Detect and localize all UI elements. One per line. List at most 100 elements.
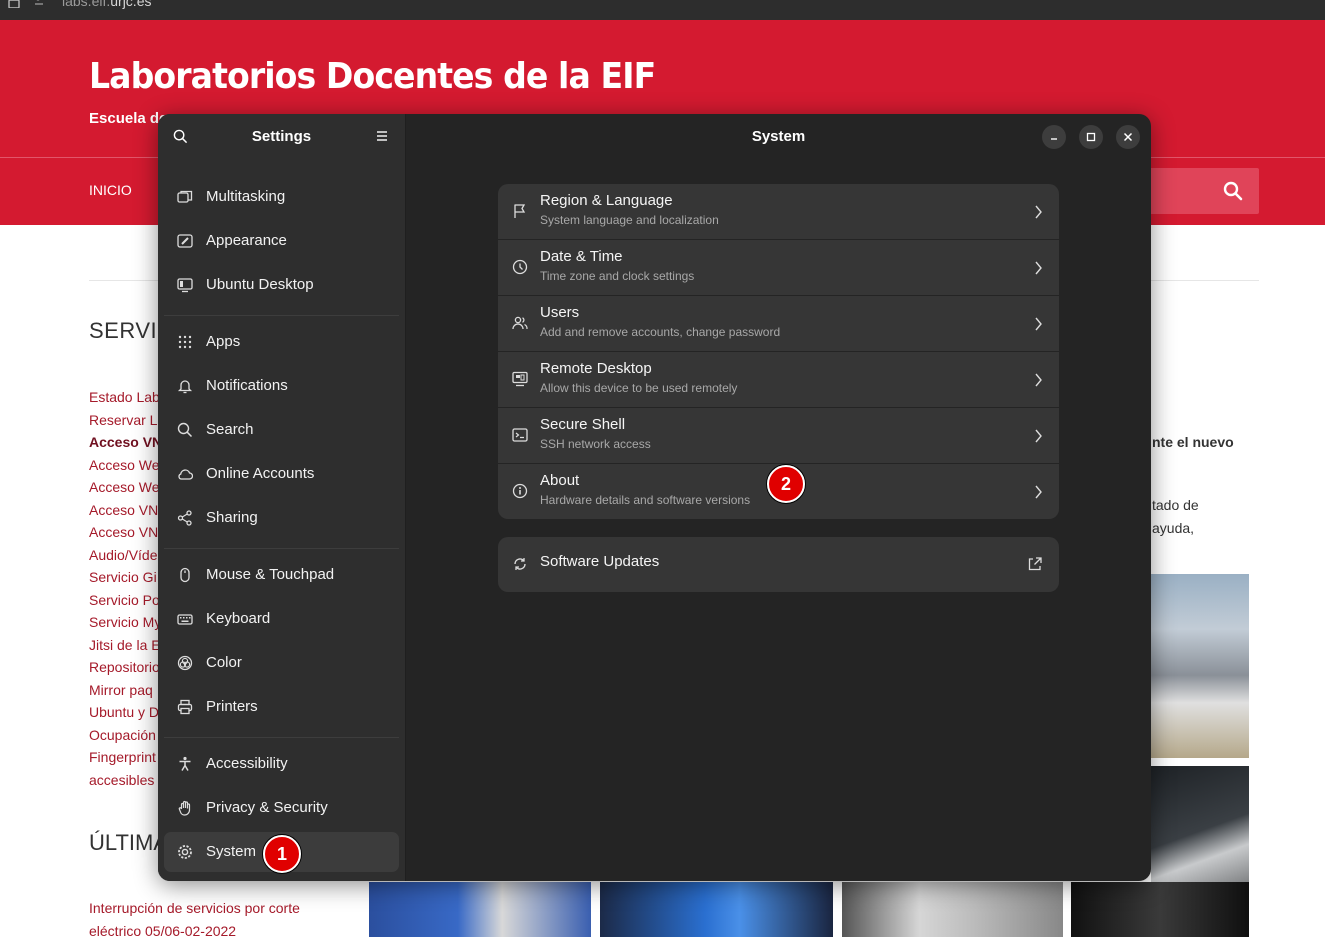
service-link[interactable]: Acceso We bbox=[89, 476, 169, 499]
row-title: Region & Language bbox=[540, 192, 673, 209]
maximize-icon bbox=[1086, 132, 1096, 142]
printer-icon bbox=[177, 699, 193, 715]
settings-row-secure-shell[interactable]: Secure Shell SSH network access bbox=[498, 408, 1059, 464]
url-text: labs.eif.urjc.es bbox=[62, 0, 152, 9]
latest-heading: ÚLTIMA bbox=[89, 830, 169, 855]
close-icon bbox=[1123, 132, 1133, 142]
service-link[interactable]: Estado Lab bbox=[89, 386, 169, 409]
site-title: Laboratorios Docentes de la EIF bbox=[89, 56, 656, 97]
nav-inicio[interactable]: INICIO bbox=[89, 182, 132, 198]
lock-icon bbox=[8, 0, 20, 8]
service-link[interactable]: Repositorio bbox=[89, 656, 169, 679]
sidebar-item-apps[interactable]: Apps bbox=[164, 322, 399, 362]
lab-photo bbox=[600, 882, 833, 937]
service-link[interactable]: Servicio Po bbox=[89, 589, 169, 612]
sidebar-separator bbox=[164, 737, 399, 738]
settings-row-date-time[interactable]: Date & Time Time zone and clock settings bbox=[498, 240, 1059, 296]
page-title: System bbox=[751, 128, 806, 145]
chevron-right-icon bbox=[1035, 261, 1042, 275]
ubuntu-desktop-icon bbox=[177, 278, 193, 293]
sidebar-item-label: Online Accounts bbox=[206, 465, 315, 482]
service-link[interactable]: Acceso VN bbox=[89, 521, 169, 544]
chevron-right-icon bbox=[1035, 205, 1042, 219]
menu-icon[interactable] bbox=[376, 130, 388, 142]
service-link[interactable]: Ubuntu y D bbox=[89, 701, 169, 724]
sidebar-item-multitasking[interactable]: Multitasking bbox=[164, 177, 399, 217]
software-updates-row[interactable]: Software Updates bbox=[498, 537, 1059, 592]
service-link[interactable]: Servicio Gi bbox=[89, 566, 169, 589]
service-link[interactable]: Acceso VN bbox=[89, 499, 169, 522]
sidebar-item-label: System bbox=[206, 843, 257, 860]
row-subtitle: Allow this device to be used remotely bbox=[540, 381, 738, 395]
accessibility-icon bbox=[179, 756, 191, 771]
clock-icon bbox=[512, 259, 528, 275]
sidebar-item-sharing[interactable]: Sharing bbox=[164, 498, 399, 538]
row-title: Date & Time bbox=[540, 248, 623, 265]
mouse-icon bbox=[180, 567, 190, 583]
sidebar-item-label: Apps bbox=[206, 333, 241, 350]
sidebar-header: Settings bbox=[158, 114, 405, 160]
article-text-fragment: tado de ayuda, bbox=[1152, 497, 1199, 536]
sidebar-item-ubuntu-desktop[interactable]: Ubuntu Desktop bbox=[164, 265, 399, 305]
close-button[interactable] bbox=[1116, 125, 1140, 149]
minimize-button[interactable] bbox=[1042, 125, 1066, 149]
settings-row-remote-desktop[interactable]: Remote Desktop Allow this device to be u… bbox=[498, 352, 1059, 408]
sidebar-item-privacy-security[interactable]: Privacy & Security bbox=[164, 788, 399, 828]
row-subtitle: System language and localization bbox=[540, 213, 719, 227]
sidebar-item-label: Color bbox=[206, 654, 242, 671]
sidebar-item-appearance[interactable]: Appearance bbox=[164, 221, 399, 261]
site-settings-icon[interactable] bbox=[34, 0, 50, 7]
site-search-button[interactable] bbox=[1140, 168, 1259, 214]
service-link[interactable]: Fingerprint bbox=[89, 746, 169, 769]
sidebar-item-label: Multitasking bbox=[206, 188, 286, 205]
settings-row-users[interactable]: Users Add and remove accounts, change pa… bbox=[498, 296, 1059, 352]
settings-row-region-language[interactable]: Region & Language System language and lo… bbox=[498, 184, 1059, 240]
row-subtitle: SSH network access bbox=[540, 437, 651, 451]
flag-icon bbox=[514, 204, 526, 218]
service-link[interactable]: Ocupación bbox=[89, 724, 169, 747]
sidebar-item-search[interactable]: Search bbox=[164, 410, 399, 450]
sidebar-item-keyboard[interactable]: Keyboard bbox=[164, 599, 399, 639]
info-icon bbox=[512, 483, 528, 499]
service-link[interactable]: accesibles bbox=[89, 769, 169, 792]
sidebar-item-printers[interactable]: Printers bbox=[164, 687, 399, 727]
sidebar-item-label: Search bbox=[206, 421, 254, 438]
sidebar-item-notifications[interactable]: Notifications bbox=[164, 366, 399, 406]
service-link[interactable]: Acceso VN bbox=[89, 431, 169, 454]
article-title-fragment: nte el nuevo bbox=[1152, 434, 1234, 450]
row-subtitle: Time zone and clock settings bbox=[540, 269, 695, 283]
service-link[interactable]: Reservar L bbox=[89, 409, 169, 432]
sidebar-item-online-accounts[interactable]: Online Accounts bbox=[164, 454, 399, 494]
search-icon bbox=[1223, 181, 1243, 201]
chevron-right-icon bbox=[1035, 429, 1042, 443]
external-link-icon bbox=[1028, 557, 1042, 571]
sidebar-item-label: Notifications bbox=[206, 377, 288, 394]
sidebar-item-mouse-touchpad[interactable]: Mouse & Touchpad bbox=[164, 555, 399, 595]
sidebar-item-color[interactable]: Color bbox=[164, 643, 399, 683]
row-title: Secure Shell bbox=[540, 416, 626, 433]
software-updates-group: Software Updates bbox=[498, 537, 1059, 592]
service-link[interactable]: Servicio My bbox=[89, 611, 169, 634]
system-gear-icon bbox=[178, 845, 192, 859]
sidebar-item-label: Appearance bbox=[206, 232, 287, 249]
users-icon bbox=[512, 316, 528, 330]
chevron-right-icon bbox=[1035, 485, 1042, 499]
sidebar-item-accessibility[interactable]: Accessibility bbox=[164, 744, 399, 784]
browser-address-bar[interactable]: labs.eif.urjc.es bbox=[0, 0, 1325, 20]
sidebar-title: Settings bbox=[251, 128, 312, 145]
row-title: Users bbox=[540, 304, 580, 321]
site-subtitle: Escuela de bbox=[89, 110, 168, 127]
service-link[interactable]: Mirror paq bbox=[89, 679, 169, 702]
sidebar-item-label: Sharing bbox=[206, 509, 258, 526]
service-link[interactable]: Acceso We bbox=[89, 454, 169, 477]
service-link[interactable]: Audio/Víde bbox=[89, 544, 169, 567]
cloud-icon bbox=[178, 469, 193, 480]
lab-photo bbox=[369, 882, 591, 937]
service-link[interactable]: Jitsi de la E bbox=[89, 634, 169, 657]
row-subtitle: Hardware details and software versions bbox=[540, 493, 751, 507]
chevron-right-icon bbox=[1035, 373, 1042, 387]
maximize-button[interactable] bbox=[1079, 125, 1103, 149]
news-link[interactable]: Interrupción de servicios por corte eléc… bbox=[89, 897, 349, 943]
sidebar-list: Multitasking Appearance Ubuntu Desktop A… bbox=[158, 160, 405, 881]
sidebar-separator bbox=[164, 548, 399, 549]
